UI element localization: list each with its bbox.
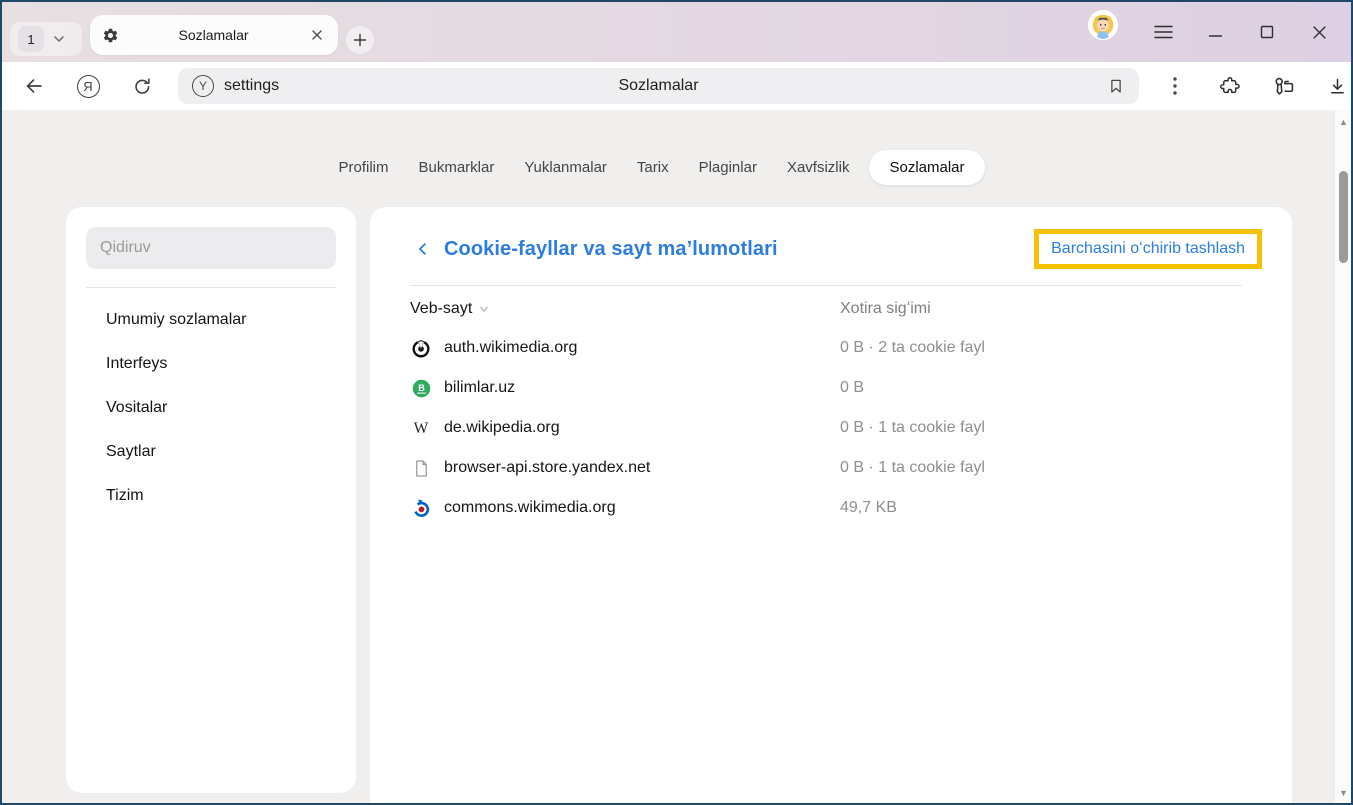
tab-tarix[interactable]: Tarix <box>627 150 679 185</box>
browser-window: 1 Sozlamalar <box>0 0 1353 805</box>
close-icon[interactable] <box>1293 12 1345 52</box>
svg-text:W: W <box>414 420 429 437</box>
search-input[interactable] <box>100 239 322 257</box>
yandex-browser-logo-icon[interactable]: Я <box>68 68 108 104</box>
size-column-header: Xotira sigʻimi <box>840 300 1242 318</box>
table-row[interactable]: commons.wikimedia.org 49,7 KB <box>410 488 1242 528</box>
settings-page: Profilim Bukmarklar Yuklanmalar Tarix Plagin… <box>2 110 1351 805</box>
new-tab-button[interactable] <box>346 26 374 54</box>
window-controls <box>1137 2 1345 62</box>
address-bar[interactable]: Y settings Sozlamalar <box>178 68 1139 104</box>
svg-text:B: B <box>418 382 425 392</box>
tab-yuklanmalar[interactable]: Yuklanmalar <box>514 150 617 185</box>
sidebar-item-umumiy-sozlamalar[interactable]: Umumiy sozlamalar <box>86 300 336 340</box>
extensions-puzzle-icon[interactable] <box>1209 68 1249 104</box>
tab-profilim[interactable]: Profilim <box>328 150 398 185</box>
more-options-icon[interactable] <box>1155 68 1195 104</box>
table-row[interactable]: auth.wikimedia.org 0 B · 2 ta cookie fay… <box>410 328 1242 368</box>
scroll-up-icon[interactable]: ▲ <box>1335 114 1352 130</box>
titlebar: 1 Sozlamalar <box>2 2 1351 62</box>
scroll-down-icon[interactable]: ▼ <box>1335 785 1352 801</box>
panel-header: Cookie-fayllar va sayt maʼlumotlari Barc… <box>370 207 1292 269</box>
toolbar: Я Y settings Sozlamalar <box>2 62 1351 110</box>
toolbar-right <box>1155 68 1353 104</box>
sidebar-item-vositalar[interactable]: Vositalar <box>86 388 336 428</box>
browser-tab-sozlamalar[interactable]: Sozlamalar <box>90 15 338 55</box>
minimize-icon[interactable] <box>1189 12 1241 52</box>
table-row[interactable]: B bilimlar.uz 0 B <box>410 368 1242 408</box>
back-icon[interactable] <box>14 68 54 104</box>
gear-icon <box>102 27 119 44</box>
page-title-centered: Sozlamalar <box>178 77 1139 95</box>
scrollbar-thumb[interactable] <box>1339 171 1348 263</box>
maximize-icon[interactable] <box>1241 12 1293 52</box>
page-favicon <box>410 457 432 479</box>
sidebar-item-tizim[interactable]: Tizim <box>86 476 336 516</box>
sidebar-divider <box>86 287 336 288</box>
sort-chevron-icon <box>478 303 490 315</box>
settings-nav: Profilim Bukmarklar Yuklanmalar Tarix Plagin… <box>2 150 1311 185</box>
sidebar-item-saytlar[interactable]: Saytlar <box>86 432 336 472</box>
menu-hamburger-icon[interactable] <box>1137 12 1189 52</box>
chevron-down-icon <box>52 32 66 46</box>
sidebar-menu: Umumiy sozlamalarInterfeysVositalarSaytl… <box>86 300 336 516</box>
settings-search-box[interactable] <box>86 227 336 269</box>
site-table-body: auth.wikimedia.org 0 B · 2 ta cookie fay… <box>370 324 1292 528</box>
tab-xavfsizlik[interactable]: Xavfsizlik <box>777 150 860 185</box>
bilimlar-favicon: B <box>410 377 432 399</box>
tab-plaginlar[interactable]: Plaginlar <box>689 150 767 185</box>
tab-bukmarklar[interactable]: Bukmarklar <box>409 150 505 185</box>
table-header: Veb-sayt Xotira sigʻimi <box>370 286 1292 324</box>
yandex-search-icon: Y <box>192 75 214 97</box>
chevron-left-icon[interactable] <box>410 236 436 262</box>
action-highlight-box: Barchasini oʻchirib tashlash <box>1034 229 1262 269</box>
wikipedia-favicon: W <box>410 417 432 439</box>
clear-all-button[interactable]: Barchasini oʻchirib tashlash <box>1051 240 1245 258</box>
reload-icon[interactable] <box>122 68 162 104</box>
cookies-panel: Cookie-fayllar va sayt maʼlumotlari Barc… <box>370 207 1292 805</box>
password-manager-icon[interactable] <box>1263 68 1303 104</box>
table-row[interactable]: W de.wikipedia.org 0 B · 1 ta cookie fay… <box>410 408 1242 448</box>
address-url: settings <box>224 77 279 95</box>
tab-close-icon[interactable] <box>308 26 326 44</box>
bookmark-icon[interactable] <box>1103 73 1129 99</box>
commons-favicon <box>410 497 432 519</box>
tab-title: Sozlamalar <box>119 27 308 43</box>
table-row[interactable]: browser-api.store.yandex.net 0 B · 1 ta … <box>410 448 1242 488</box>
avatar[interactable] <box>1088 10 1118 40</box>
settings-sidebar: Umumiy sozlamalarInterfeysVositalarSaytl… <box>66 207 356 793</box>
tab-count-badge: 1 <box>18 26 44 52</box>
tab-group-button[interactable]: 1 <box>10 22 82 56</box>
scrollbar[interactable]: ▲ ▼ <box>1334 110 1351 805</box>
page-title: Cookie-fayllar va sayt maʼlumotlari <box>444 238 778 261</box>
sidebar-item-interfeys[interactable]: Interfeys <box>86 344 336 384</box>
site-column-label: Veb-sayt <box>410 300 472 318</box>
downloads-icon[interactable] <box>1317 68 1353 104</box>
site-column-header[interactable]: Veb-sayt <box>410 300 840 318</box>
wikimedia-favicon <box>410 337 432 359</box>
tab-sozlamalar[interactable]: Sozlamalar <box>869 150 984 185</box>
